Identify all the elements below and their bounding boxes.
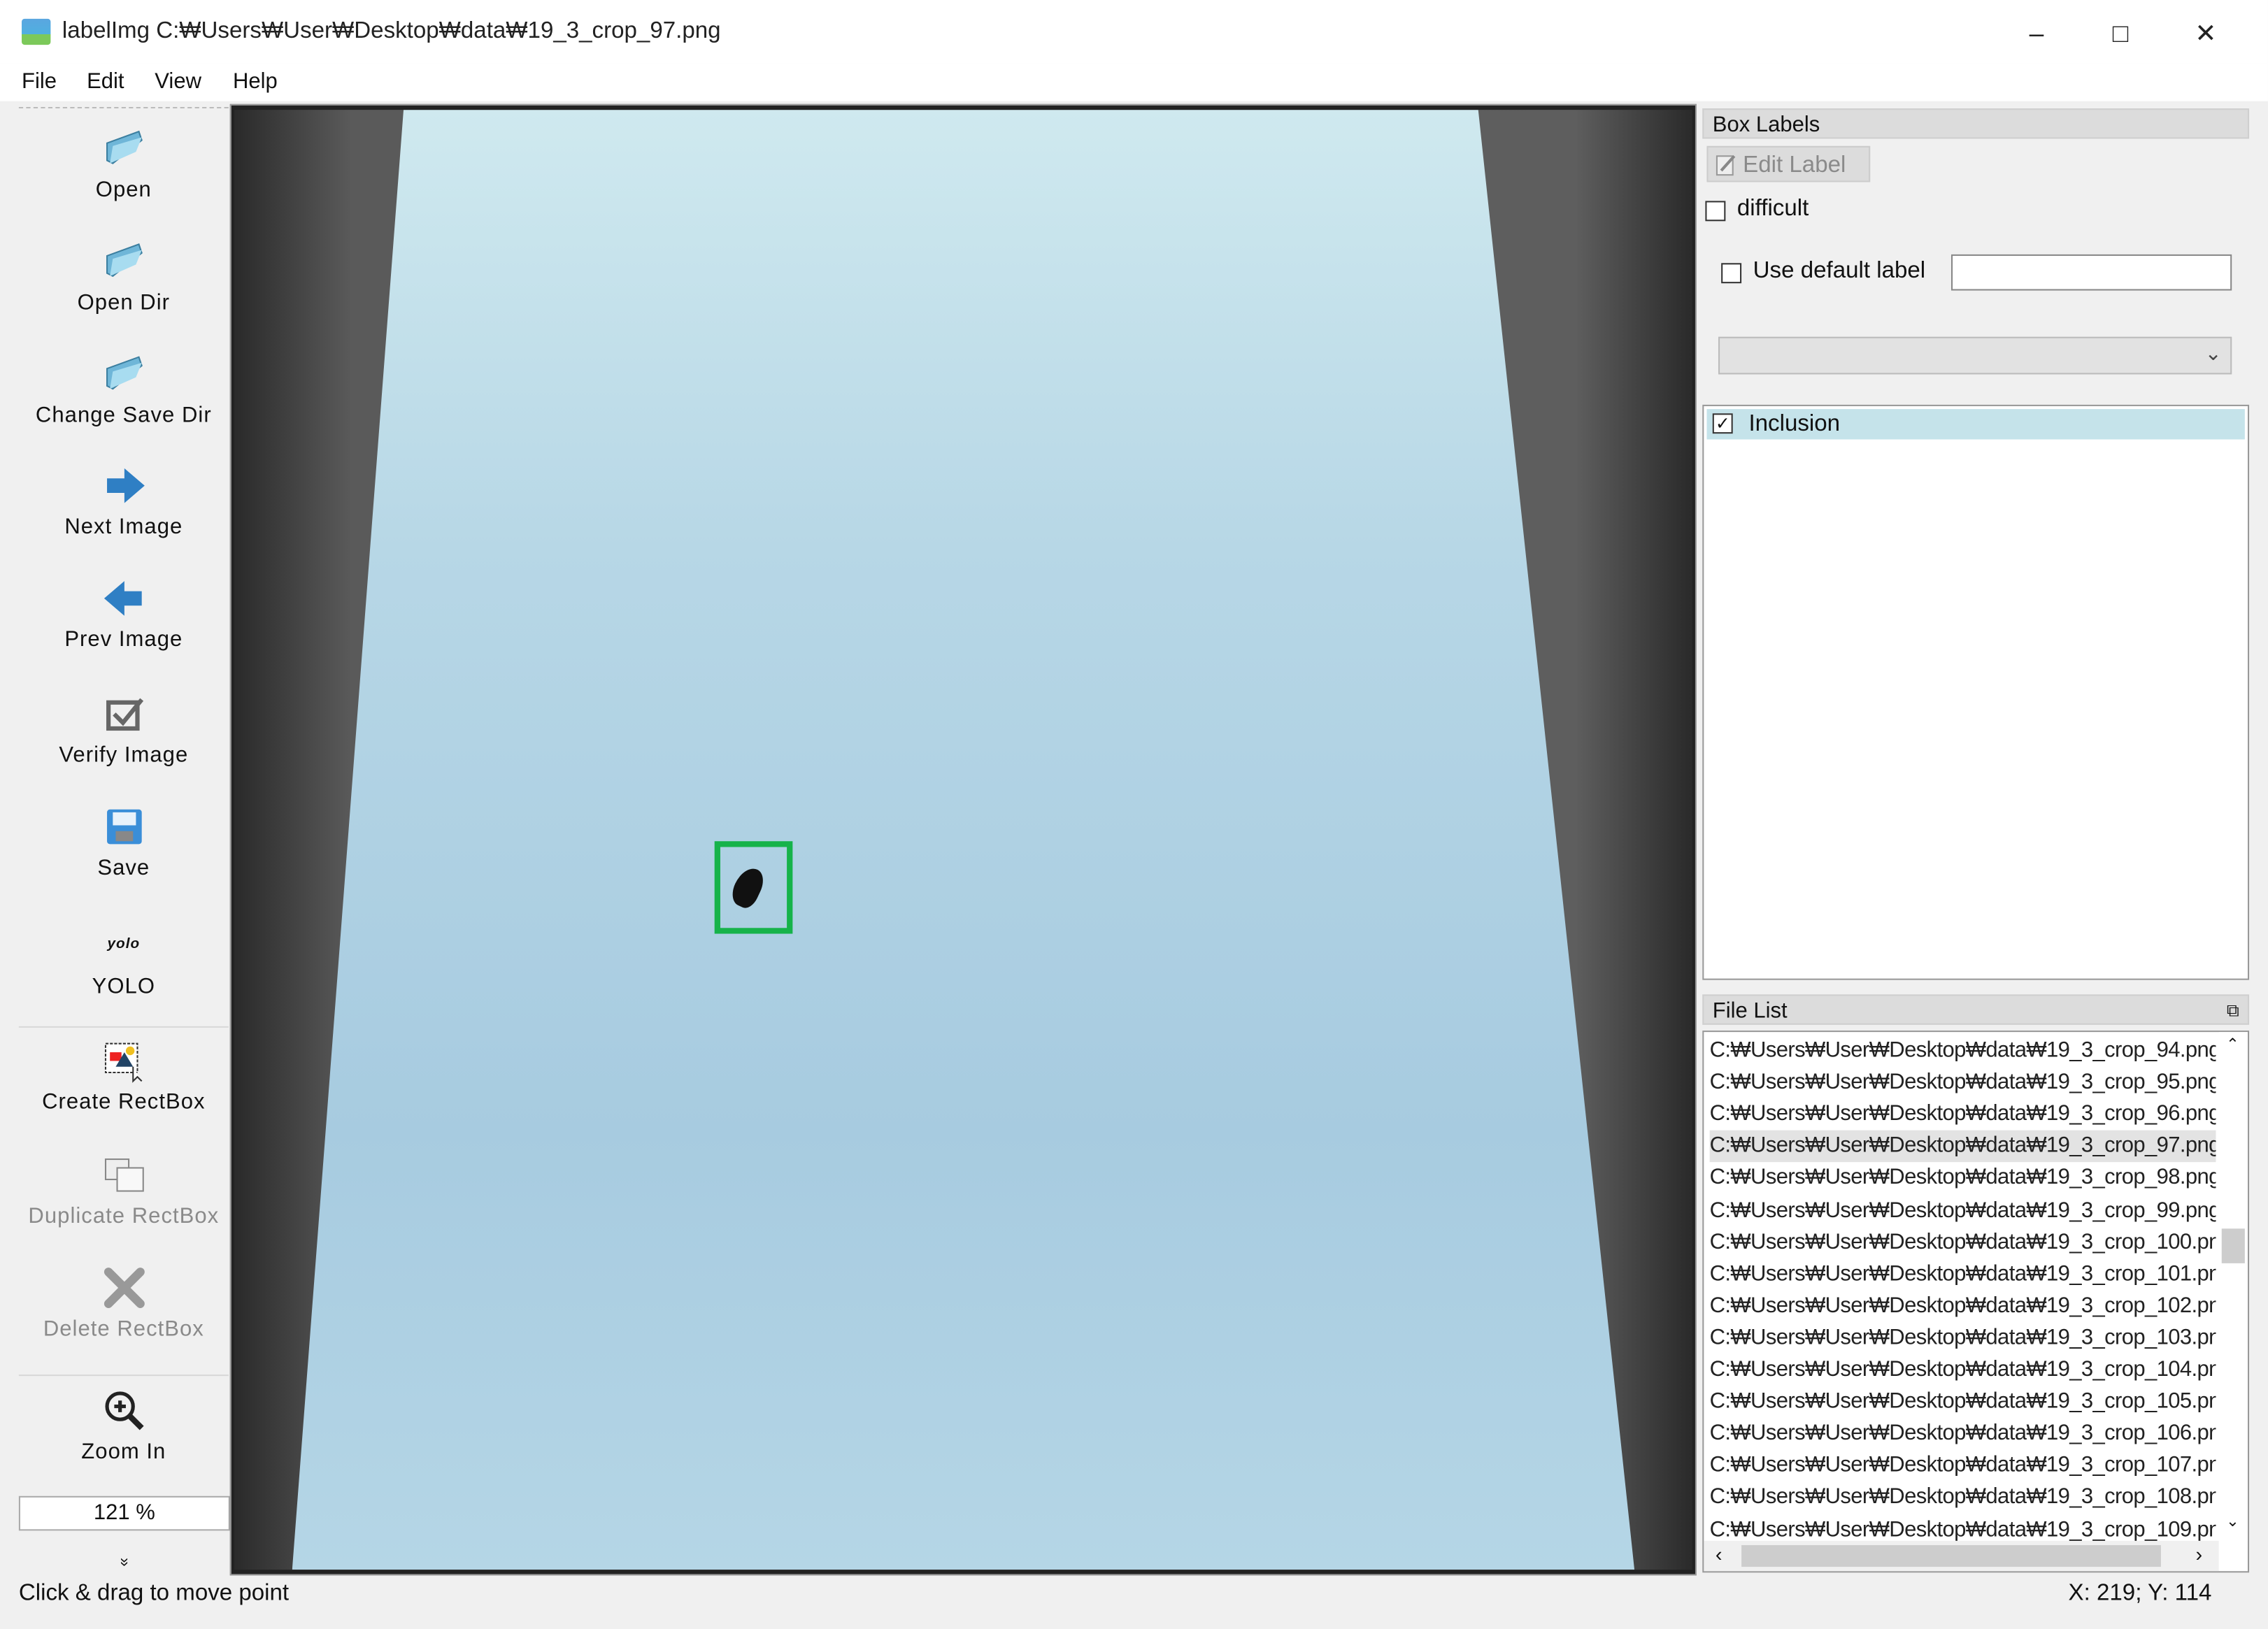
edit-label-button[interactable]: Edit Label [1706, 145, 1871, 182]
image-specimen-region [292, 110, 1635, 1570]
file-list-item[interactable]: C:₩Users₩User₩Desktop₩data₩19_3_crop_107… [1710, 1450, 2216, 1481]
file-list-item[interactable]: C:₩Users₩User₩Desktop₩data₩19_3_crop_108… [1710, 1482, 2216, 1514]
file-list-item[interactable]: C:₩Users₩User₩Desktop₩data₩19_3_crop_100… [1710, 1226, 2216, 1258]
duplicate-icon [104, 1158, 143, 1192]
zoom-in-button[interactable]: Zoom In [19, 1388, 229, 1465]
toolbar: Open Open Dir Change Save Dir Next Image… [18, 106, 229, 1574]
chevron-down-icon: ⌄ [2204, 340, 2222, 364]
file-list-item[interactable]: C:₩Users₩User₩Desktop₩data₩19_3_crop_98.… [1710, 1163, 2216, 1194]
verify-image-label: Verify Image [59, 742, 189, 768]
zoom-in-icon [104, 1391, 143, 1430]
folder-icon [105, 356, 142, 390]
box-labels-header: Box Labels [1702, 108, 2250, 139]
file-list-title: File List [1712, 998, 1788, 1024]
file-list-item[interactable]: C:₩Users₩User₩Desktop₩data₩19_3_crop_105… [1710, 1386, 2216, 1418]
delete-rectbox-label: Delete RectBox [43, 1316, 204, 1342]
menu-bar [0, 63, 2268, 101]
checkbox-icon [105, 698, 143, 731]
prev-image-label: Prev Image [64, 627, 183, 652]
toolbar-separator [18, 1375, 229, 1377]
label-checkbox-checked-icon[interactable]: ✓ [1712, 413, 1733, 434]
save-label: Save [97, 855, 150, 881]
file-list-item[interactable]: C:₩Users₩User₩Desktop₩data₩19_3_crop_97.… [1709, 1131, 2216, 1163]
create-rectbox-label: Create RectBox [42, 1089, 206, 1114]
file-list-item[interactable]: C:₩Users₩User₩Desktop₩data₩19_3_crop_101… [1710, 1258, 2216, 1290]
image-canvas[interactable] [229, 103, 1697, 1576]
vertical-scrollbar[interactable]: ⌃ ⌄ [2218, 1032, 2248, 1541]
file-list-item[interactable]: C:₩Users₩User₩Desktop₩data₩19_3_crop_102… [1710, 1291, 2216, 1322]
next-image-label: Next Image [64, 514, 183, 540]
edit-label-text: Edit Label [1743, 153, 1846, 178]
arrow-right-icon [106, 468, 144, 503]
menu-edit[interactable]: Edit [87, 69, 124, 94]
delete-x-icon [103, 1268, 144, 1308]
next-image-button[interactable]: Next Image [19, 463, 229, 540]
menu-view[interactable]: View [155, 69, 201, 94]
scroll-down-icon[interactable]: ⌄ [2226, 1512, 2239, 1531]
file-list-item[interactable]: C:₩Users₩User₩Desktop₩data₩19_3_crop_96.… [1710, 1099, 2216, 1131]
toolbar-separator [18, 1026, 229, 1028]
file-list-item[interactable]: C:₩Users₩User₩Desktop₩data₩19_3_crop_103… [1710, 1322, 2216, 1354]
label-list-item[interactable]: ✓ Inclusion [1706, 409, 2245, 440]
toolbar-more-button[interactable]: » [115, 1556, 133, 1570]
open-dir-button[interactable]: Open Dir [19, 238, 229, 315]
window-title: labelImg C:₩Users₩User₩Desktop₩data₩19_3… [62, 18, 721, 44]
open-label: Open [95, 178, 152, 203]
cursor-coordinates: X: 219; Y: 114 [2068, 1581, 2212, 1606]
use-default-label-checkbox[interactable] [1721, 263, 1742, 284]
open-dir-label: Open Dir [77, 290, 171, 315]
scroll-left-icon[interactable]: ‹ [1716, 1542, 1723, 1565]
label-name: Inclusion [1748, 412, 1841, 437]
file-list-item[interactable]: C:₩Users₩User₩Desktop₩data₩19_3_crop_99.… [1710, 1195, 2216, 1226]
label-combobox[interactable]: ⌄ [1718, 336, 2232, 375]
difficult-checkbox[interactable] [1705, 201, 1726, 222]
scrollbar-thumb[interactable] [2221, 1228, 2245, 1263]
zoom-value-spinbox[interactable]: 121 % [18, 1495, 230, 1531]
app-icon [22, 18, 51, 45]
scroll-right-icon[interactable]: › [2196, 1542, 2203, 1565]
delete-rectbox-button[interactable]: Delete RectBox [19, 1265, 229, 1342]
yolo-button[interactable]: yolo YOLO [19, 922, 229, 999]
maximize-button[interactable]: □ [2092, 12, 2150, 55]
file-list-item[interactable]: C:₩Users₩User₩Desktop₩data₩19_3_crop_104… [1710, 1354, 2216, 1386]
floppy-icon [106, 809, 141, 845]
menu-file[interactable]: File [22, 69, 57, 94]
bounding-box[interactable] [714, 841, 793, 934]
file-list-item[interactable]: C:₩Users₩User₩Desktop₩data₩19_3_crop_95.… [1710, 1067, 2216, 1098]
folder-icon [105, 243, 142, 278]
create-rect-icon [104, 1042, 142, 1083]
file-list-header: File List ⧉ [1702, 994, 2250, 1026]
image [234, 110, 1692, 1570]
prev-image-button[interactable]: Prev Image [19, 575, 229, 652]
save-button[interactable]: Save [19, 803, 229, 880]
folder-icon [105, 130, 142, 164]
file-list-item[interactable]: C:₩Users₩User₩Desktop₩data₩19_3_crop_106… [1710, 1419, 2216, 1450]
menu-help[interactable]: Help [233, 69, 278, 94]
change-save-dir-label: Change Save Dir [35, 403, 212, 428]
use-default-label-text: Use default label [1753, 259, 1926, 284]
label-list[interactable]: ✓ Inclusion [1702, 404, 2250, 980]
create-rectbox-button[interactable]: Create RectBox [19, 1038, 229, 1114]
file-list-item[interactable]: C:₩Users₩User₩Desktop₩data₩19_3_crop_94.… [1710, 1035, 2216, 1066]
arrow-left-icon [103, 581, 141, 616]
change-save-dir-button[interactable]: Change Save Dir [19, 351, 229, 428]
duplicate-rectbox-label: Duplicate RectBox [28, 1204, 220, 1229]
difficult-label: difficult [1736, 196, 1809, 222]
duplicate-rectbox-button[interactable]: Duplicate RectBox [19, 1152, 229, 1229]
status-message: Click & drag to move point [18, 1581, 290, 1606]
yolo-icon: yolo [107, 936, 141, 953]
default-label-input[interactable] [1951, 254, 2232, 291]
zoom-in-label: Zoom In [81, 1440, 166, 1465]
edit-pencil-icon [1716, 155, 1736, 176]
open-button[interactable]: Open [19, 126, 229, 203]
close-button[interactable]: ✕ [2177, 12, 2235, 55]
file-list[interactable]: C:₩Users₩User₩Desktop₩data₩19_3_crop_94.… [1702, 1031, 2250, 1573]
scrollbar-thumb[interactable] [1741, 1545, 2161, 1567]
float-dock-icon[interactable]: ⧉ [2227, 996, 2239, 1026]
minimize-button[interactable]: – [2008, 12, 2066, 55]
yolo-label: YOLO [92, 974, 156, 999]
horizontal-scrollbar[interactable]: ‹ › [1704, 1540, 2219, 1572]
verify-image-button[interactable]: Verify Image [19, 691, 229, 768]
scroll-up-icon[interactable]: ⌃ [2226, 1035, 2239, 1054]
